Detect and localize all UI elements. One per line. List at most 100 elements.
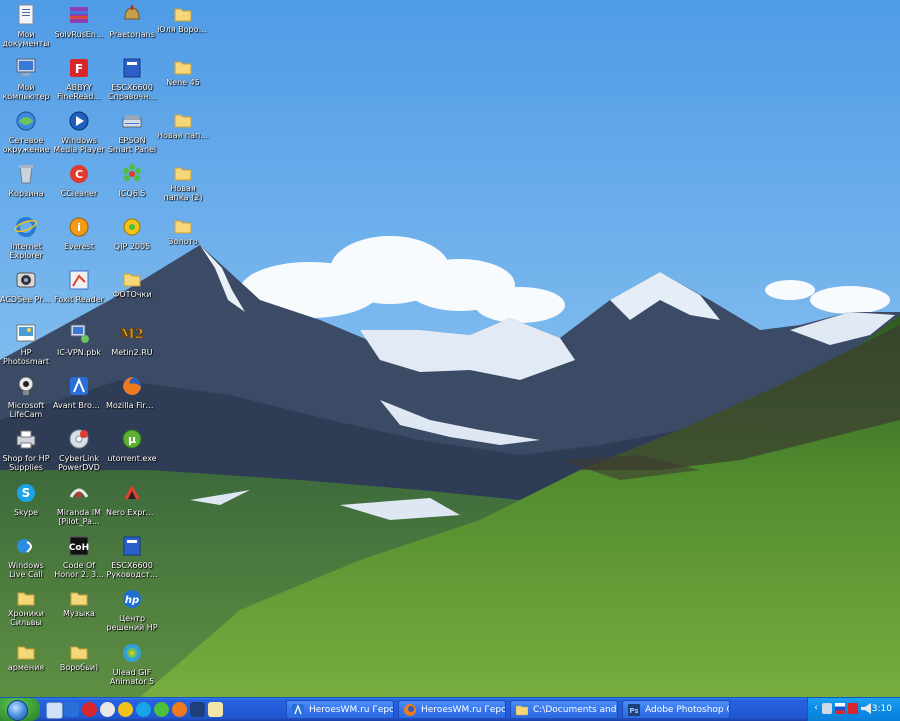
desktop-icon-network[interactable]: Сетевое окружение	[0, 108, 52, 161]
desktop-icon-label: Metin2.RU	[111, 348, 153, 357]
desktop-icon-qip[interactable]: QIP 2005	[106, 214, 158, 267]
desktop-icon-label: ABBYY FineRead...	[57, 83, 101, 101]
svg-text:i: i	[77, 221, 81, 234]
desktop-icon-muzyka[interactable]: Музыка	[53, 586, 105, 639]
desktop-icon-lifecam[interactable]: Microsoft LifeCam	[0, 373, 52, 426]
desktop-icon-internet-explorer[interactable]: Internet Explorer	[0, 214, 52, 267]
tray-expand-icon[interactable]: ‹	[812, 703, 820, 714]
desktop-icon-label: ICQ6.5	[118, 189, 146, 198]
desktop-icon-ulead[interactable]: Ulead GIF Animator 5	[106, 640, 158, 693]
ccleaner-icon: C	[67, 162, 91, 186]
desktop-icon-label: Nene 45	[166, 78, 200, 87]
desktop-icon-ccleaner[interactable]: C CCleaner	[53, 161, 105, 214]
volume-icon[interactable]	[861, 703, 871, 714]
browser-icon	[292, 704, 304, 716]
desktop-icon-my-documents[interactable]: Мои документы	[0, 2, 52, 55]
photoshop-icon[interactable]	[190, 702, 205, 717]
manual-icon	[120, 534, 144, 558]
hp-icon: hp	[120, 587, 144, 611]
task-button-photoshop[interactable]: Ps Adobe Photoshop C...	[622, 700, 730, 719]
icq-icon[interactable]	[154, 702, 169, 717]
desktop-icon-shop-hp[interactable]: Shop for HP Supplies	[0, 426, 52, 479]
desktop-icon-nero[interactable]: Nero Express	[106, 480, 158, 533]
desktop-icon-label: Windows Media Player	[53, 136, 105, 154]
desktop-icon-nene45[interactable]: Nene 45	[157, 55, 209, 108]
desktop-icon-firefox[interactable]: Mozilla Firefox	[106, 373, 158, 426]
desktop-icon-label: Мои документы	[2, 30, 50, 48]
desktop-icon-wmp[interactable]: Windows Media Player	[53, 108, 105, 161]
desktop-icon-grid: Мои документы Мой компьютер Сетевое окру…	[0, 0, 900, 697]
desktop-icon-label: Мой компьютер	[2, 83, 50, 101]
file-icon[interactable]	[208, 702, 223, 717]
avant-icon[interactable]	[64, 702, 79, 717]
nero-icon	[120, 481, 144, 505]
task-button-heroeswm-1[interactable]: HeroesWM.ru Геро...	[286, 700, 394, 719]
desktop-icon-vorobi[interactable]: Воробьи)	[53, 640, 105, 693]
desktop-icon-windows-live-call[interactable]: Windows Live Call	[0, 533, 52, 586]
folder-icon	[174, 165, 192, 181]
firefox-icon[interactable]	[172, 702, 187, 717]
desktop-icon-label: Сетевое окружение	[2, 136, 50, 154]
messenger-icon[interactable]	[100, 702, 115, 717]
desktop-icon-my-computer[interactable]: Мой компьютер	[0, 55, 52, 108]
desktop-icon-recycle-bin[interactable]: Корзина	[0, 161, 52, 214]
desktop-icon-epson-panel[interactable]: EPSON Smart Panel	[106, 108, 158, 161]
svg-text:M2: M2	[120, 327, 143, 342]
desktop-icon-skype[interactable]: S Skype	[0, 480, 52, 533]
my-documents-icon	[14, 3, 38, 27]
show-desktop-icon[interactable]	[46, 702, 63, 719]
language-icon[interactable]	[835, 703, 845, 714]
photoshop-icon: Ps	[628, 704, 640, 716]
desktop-icon-praetorians[interactable]: Praetorians	[106, 2, 158, 55]
desktop-icon-label: Воробьи)	[59, 663, 99, 672]
desktop-icon-miranda[interactable]: Miranda IM [Pilot_Pa...	[53, 480, 105, 533]
desktop-icon-foxit[interactable]: Foxit Reader	[53, 267, 105, 320]
desktop-icon-hp-photosmart[interactable]: HP Photosmart Essential 2.5	[0, 320, 52, 373]
desktop-icon-label: Foxit Reader	[54, 295, 104, 304]
desktop-icon-zoloto[interactable]: Золото	[157, 214, 209, 267]
desktop-icon-new-folder[interactable]: Новая папка	[157, 108, 209, 161]
desktop-icon-escx-ref[interactable]: ESCX6600 Справочн...	[106, 55, 158, 108]
desktop-icon-new-folder-2[interactable]: Новая папка (2)	[157, 161, 209, 214]
desktop-icon-utorrent[interactable]: µ utorrent.exe	[106, 426, 158, 479]
desktop-icon-cod[interactable]: CoH Code Of Honor 2. 3...	[53, 533, 105, 586]
firefox-icon	[120, 374, 144, 398]
network-icon	[14, 109, 38, 133]
desktop-icon-fotochki[interactable]: ФОТОчки	[106, 267, 158, 320]
desktop-icon-solvusenter[interactable]: SolvRusEn...	[53, 2, 105, 55]
start-button[interactable]	[0, 698, 40, 721]
task-button-heroeswm-2[interactable]: HeroesWM.ru Геро...	[398, 700, 506, 719]
desktop-icon-hp-center[interactable]: hp Центр решений HP	[106, 586, 158, 639]
acdsee-icon	[14, 268, 38, 292]
desktop-icon-label: Skype	[13, 508, 39, 517]
desktop-icon-label: Музыка	[63, 609, 95, 618]
task-button-documents-folder[interactable]: C:\Documents and ...	[510, 700, 618, 719]
scanner-icon	[120, 109, 144, 133]
desktop-icon-escx-guide[interactable]: ESCX6600 Руководст...	[106, 533, 158, 586]
desktop-icon-avant[interactable]: Avant Browser	[53, 373, 105, 426]
desktop-icon-yulia[interactable]: Юля Воронова	[157, 2, 209, 55]
pdf-reader-icon	[67, 268, 91, 292]
desktop-icon-hroniki[interactable]: Хроники Сильвы	[0, 586, 52, 639]
desktop-icon-abbyy[interactable]: F ABBYY FineRead...	[53, 55, 105, 108]
clock: 3:10	[871, 704, 892, 714]
network-icon[interactable]	[822, 703, 832, 714]
archive-icon	[67, 3, 91, 27]
svg-text:S: S	[22, 486, 31, 500]
desktop-icon-label: QIP 2005	[113, 242, 151, 251]
desktop-icon-icq[interactable]: ICQ6.5	[106, 161, 158, 214]
desktop-icon-acdsee[interactable]: ACDSee Pro 2	[0, 267, 52, 320]
desktop-icon-ic-vpn[interactable]: IC-VPN.pbk	[53, 320, 105, 373]
flag-icon[interactable]	[848, 703, 858, 714]
desktop-icon-everest[interactable]: i Everest	[53, 214, 105, 267]
qip-icon[interactable]	[118, 702, 133, 717]
task-button-label: HeroesWM.ru Геро...	[309, 705, 394, 715]
desktop-icon-armenia[interactable]: армения	[0, 640, 52, 693]
skype-icon[interactable]	[136, 702, 151, 717]
recycle-bin-icon	[14, 162, 38, 186]
opera-icon[interactable]	[82, 702, 97, 717]
desktop-icon-metin2[interactable]: M2 Metin2.RU	[106, 320, 158, 373]
hp-photosmart-icon	[14, 321, 38, 345]
desktop-icon-label: Ulead GIF Animator 5	[109, 668, 155, 686]
desktop-icon-cyberlink[interactable]: CyberLink PowerDVD	[53, 426, 105, 479]
